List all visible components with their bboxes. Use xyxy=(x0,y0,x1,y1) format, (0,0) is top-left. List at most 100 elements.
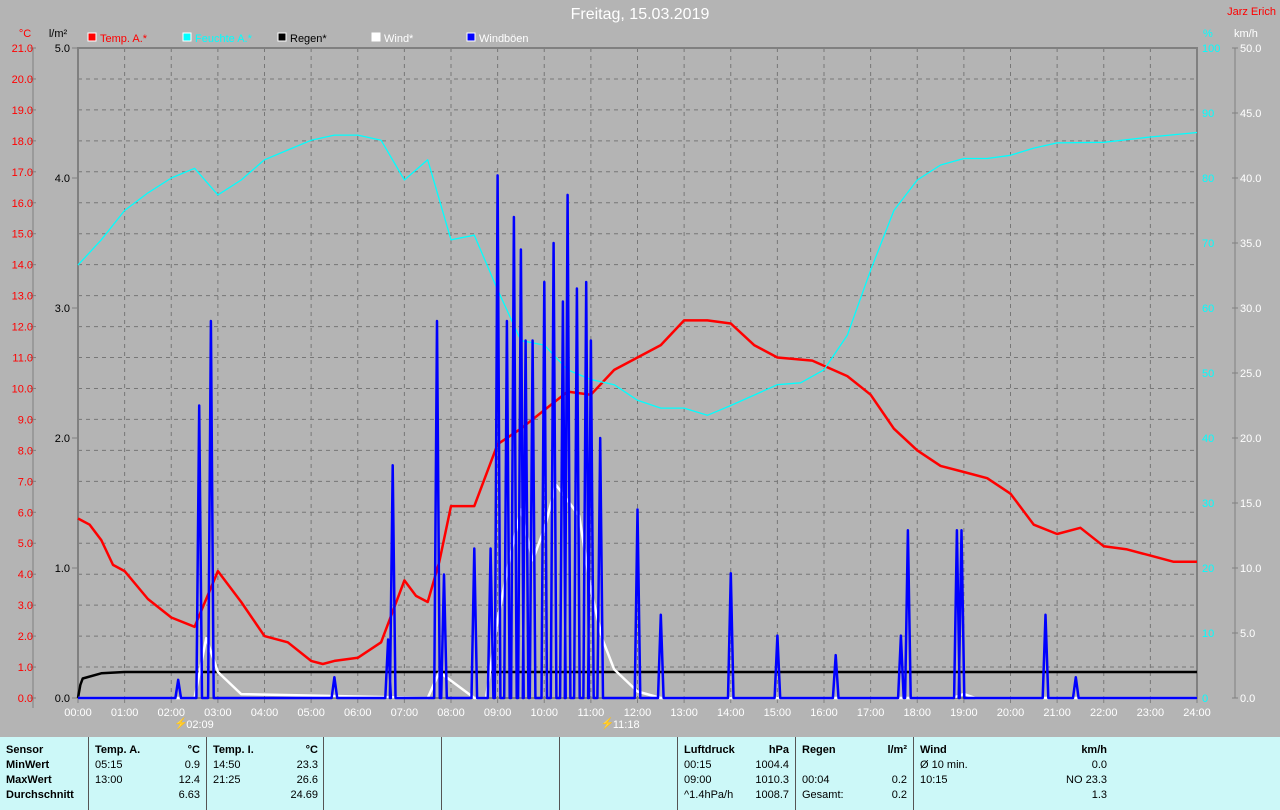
x-tick-label: 14:00 xyxy=(717,707,745,719)
x-tick-label: 18:00 xyxy=(903,707,931,719)
stats-row: 09:00 1010.3 xyxy=(684,773,789,788)
stats-value: 1010.3 xyxy=(755,774,789,786)
stats-col-temp_a: Temp. A. °C 05:15 0.9 13:00 12.4 6.63 xyxy=(88,737,206,810)
wind-tick-label: 10.0 xyxy=(1240,563,1261,575)
wind-tick-label: 5.0 xyxy=(1240,628,1255,640)
stats-unit: l/m² xyxy=(887,744,907,756)
temp-tick-label: 15.0 xyxy=(12,229,33,241)
stats-value: 0.9 xyxy=(184,759,200,771)
humidity-tick-label: 60 xyxy=(1202,303,1214,315)
x-tick-label: 15:00 xyxy=(764,707,792,719)
legend-label: Wind* xyxy=(384,33,414,45)
stats-row: 13:00 12.4 xyxy=(95,773,200,788)
x-tick-label: 07:00 xyxy=(391,707,419,719)
stats-time: 10:15 xyxy=(920,774,948,786)
x-tick-label: 13:00 xyxy=(670,707,698,719)
stats-value: 1.3 xyxy=(1091,789,1107,801)
temp-tick-label: 17.0 xyxy=(12,167,33,179)
wind-tick-label: 50.0 xyxy=(1240,43,1261,55)
legend-swatch xyxy=(87,32,97,42)
stats-title: Temp. A. xyxy=(95,744,141,756)
x-tick-label: 21:00 xyxy=(1043,707,1071,719)
sun-marker-time: 02:09 xyxy=(186,719,214,731)
stats-col-empty xyxy=(441,737,559,810)
stats-value: 0.2 xyxy=(891,789,907,801)
temp-tick-label: 16.0 xyxy=(12,198,33,210)
humidity-tick-label: 30 xyxy=(1202,498,1214,510)
stats-value: 12.4 xyxy=(178,774,200,786)
stats-row: 14:50 23.3 xyxy=(213,758,318,773)
stats-label: MinWert xyxy=(6,759,50,771)
stats-label: MaxWert xyxy=(6,774,52,786)
stats-time: 05:15 xyxy=(95,759,123,771)
wind-unit: km/h xyxy=(1234,28,1258,40)
stats-time: 14:50 xyxy=(213,759,241,771)
stats-value: 26.6 xyxy=(296,774,318,786)
x-tick-label: 23:00 xyxy=(1137,707,1165,719)
stats-value: 23.3 xyxy=(296,759,318,771)
stats-unit: °C xyxy=(305,744,318,756)
x-tick-label: 03:00 xyxy=(204,707,232,719)
x-tick-label: 16:00 xyxy=(810,707,838,719)
temp-tick-label: 6.0 xyxy=(18,507,33,519)
x-tick-label: 19:00 xyxy=(950,707,978,719)
stats-time: Ø 10 min. xyxy=(920,759,968,771)
temp-tick-label: 4.0 xyxy=(18,569,33,581)
temp-tick-label: 13.0 xyxy=(12,291,33,303)
stats-col-wind: Wind km/h Ø 10 min. 0.0 10:15 NO 23.3 1.3 xyxy=(913,737,1113,810)
legend-swatch xyxy=(371,32,381,42)
temp-tick-label: 14.0 xyxy=(12,260,33,272)
stats-value: 0.0 xyxy=(1091,759,1107,771)
temp-tick-label: 2.0 xyxy=(18,631,33,643)
temp-tick-label: 1.0 xyxy=(18,662,33,674)
x-tick-label: 20:00 xyxy=(997,707,1025,719)
stats-col-empty xyxy=(323,737,441,810)
stats-time: 09:00 xyxy=(684,774,712,786)
humidity-tick-label: 80 xyxy=(1202,173,1214,185)
stats-row: 10:15 NO 23.3 xyxy=(920,773,1107,788)
stats-row: 1.3 xyxy=(920,788,1107,803)
humidity-tick-label: 100 xyxy=(1202,43,1220,55)
stats-row: 21:25 26.6 xyxy=(213,773,318,788)
stats-row: Ø 10 min. 0.0 xyxy=(920,758,1107,773)
x-tick-label: 09:00 xyxy=(484,707,512,719)
temp-tick-label: 9.0 xyxy=(18,414,33,426)
rain-tick-label: 4.0 xyxy=(55,173,70,185)
stats-value: 6.63 xyxy=(178,789,200,801)
wind-tick-label: 35.0 xyxy=(1240,238,1261,250)
legend-swatch xyxy=(182,32,192,42)
stats-unit: hPa xyxy=(768,744,789,756)
humidity-tick-label: 70 xyxy=(1202,238,1214,250)
x-tick-label: 12:00 xyxy=(624,707,652,719)
stats-time: 00:15 xyxy=(684,759,712,771)
stats-unit: °C xyxy=(187,744,200,756)
wind-tick-label: 40.0 xyxy=(1240,173,1261,185)
stats-row: 6.63 xyxy=(95,788,200,803)
rain-tick-label: 0.0 xyxy=(55,693,70,705)
stats-row: 00:04 0.2 xyxy=(802,773,907,788)
stats-title: Luftdruck xyxy=(684,744,735,756)
stats-header: Regen l/m² xyxy=(802,743,907,758)
rain-tick-label: 2.0 xyxy=(55,433,70,445)
temp-tick-label: 5.0 xyxy=(18,538,33,550)
x-tick-label: 01:00 xyxy=(111,707,139,719)
legend-label: Regen* xyxy=(290,33,327,45)
stats-col-temp_i: Temp. I. °C 14:50 23.3 21:25 26.6 24.69 xyxy=(206,737,324,810)
legend-swatch xyxy=(466,32,476,42)
temp-tick-label: 7.0 xyxy=(18,476,33,488)
wind-tick-label: 30.0 xyxy=(1240,303,1261,315)
stats-time: 00:04 xyxy=(802,774,830,786)
wind-tick-label: 20.0 xyxy=(1240,433,1261,445)
stats-time: Gesamt: xyxy=(802,789,844,801)
stats-title: Wind xyxy=(920,744,947,756)
temp-tick-label: 21.0 xyxy=(12,43,33,55)
temp-tick-label: 12.0 xyxy=(12,322,33,334)
stats-panel: Sensor MinWert MaxWert Durchschnitt Temp… xyxy=(0,737,1280,810)
temp-tick-label: 11.0 xyxy=(12,353,33,365)
stats-col-pressure: Luftdruck hPa 00:15 1004.4 09:00 1010.3 ^1.4hP… xyxy=(677,737,795,810)
x-tick-label: 24:00 xyxy=(1183,707,1211,719)
temp-tick-label: 3.0 xyxy=(18,600,33,612)
stats-time: 13:00 xyxy=(95,774,123,786)
rain-tick-label: 3.0 xyxy=(55,303,70,315)
temp-tick-label: 20.0 xyxy=(12,74,33,86)
